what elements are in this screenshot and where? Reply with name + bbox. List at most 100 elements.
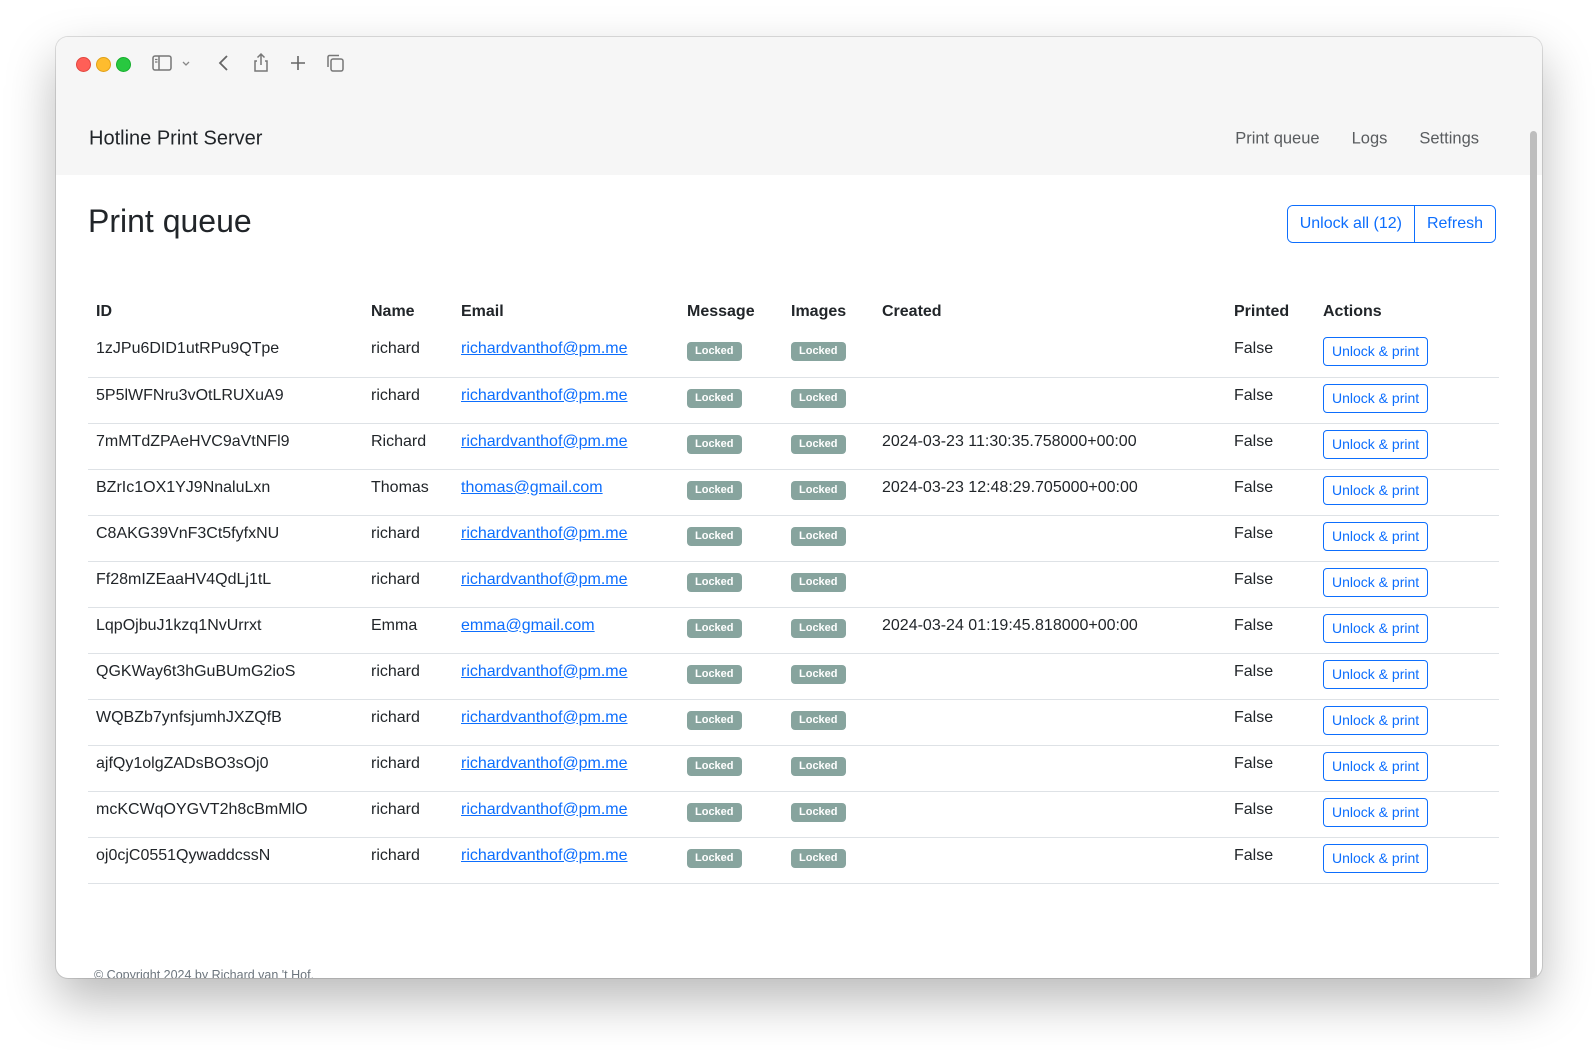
message-locked-badge: Locked xyxy=(687,618,742,638)
cell-created xyxy=(874,561,1226,608)
cell-images: Locked xyxy=(783,515,874,562)
new-tab-icon[interactable] xyxy=(285,50,311,76)
cell-created xyxy=(874,745,1226,792)
images-locked-badge: Locked xyxy=(791,526,846,546)
email-link[interactable]: richardvanthof@pm.me xyxy=(461,755,628,772)
sidebar-icon[interactable] xyxy=(149,50,175,76)
refresh-button[interactable]: Refresh xyxy=(1413,206,1495,242)
cell-id: WQBZb7ynfsjumhJXZQfB xyxy=(88,699,363,746)
cell-message: Locked xyxy=(679,699,783,746)
cell-email: richardvanthof@pm.me xyxy=(453,745,679,792)
navbar-brand[interactable]: Hotline Print Server xyxy=(89,128,262,151)
column-header-email: Email xyxy=(461,303,504,320)
column-header-actions: Actions xyxy=(1323,303,1382,320)
email-link[interactable]: richardvanthof@pm.me xyxy=(461,340,628,357)
cell-email: richardvanthof@pm.me xyxy=(453,699,679,746)
cell-email: emma@gmail.com xyxy=(453,607,679,654)
images-locked-badge: Locked xyxy=(791,664,846,684)
cell-images: Locked xyxy=(783,331,874,378)
cell-id: QGKWay6t3hGuBUmG2ioS xyxy=(88,653,363,700)
table-row: C8AKG39VnF3Ct5fyfxNU richard richardvantho… xyxy=(88,515,1499,562)
column-header-message: Message xyxy=(687,303,755,320)
unlock-and-print-button[interactable]: Unlock & print xyxy=(1323,475,1429,505)
email-link[interactable]: richardvanthof@pm.me xyxy=(461,663,628,680)
unlock-and-print-button[interactable]: Unlock & print xyxy=(1323,797,1429,827)
cell-images: Locked xyxy=(783,607,874,654)
cell-message: Locked xyxy=(679,331,783,378)
cell-id: oj0cjC0551QywaddcssN xyxy=(88,837,363,884)
unlock-and-print-button[interactable]: Unlock & print xyxy=(1323,705,1429,735)
unlock-and-print-button[interactable]: Unlock & print xyxy=(1323,843,1429,873)
email-link[interactable]: thomas@gmail.com xyxy=(461,479,603,496)
unlock-all-button[interactable]: Unlock all (12) xyxy=(1287,206,1414,242)
images-locked-badge: Locked xyxy=(791,434,846,454)
column-header-name: Name xyxy=(371,303,415,320)
email-link[interactable]: richardvanthof@pm.me xyxy=(461,801,628,818)
cell-actions: Unlock & print xyxy=(1315,837,1499,884)
back-icon[interactable] xyxy=(211,50,237,76)
cell-printed: False xyxy=(1226,699,1315,746)
cell-name: richard xyxy=(363,791,453,838)
message-locked-badge: Locked xyxy=(687,480,742,500)
message-locked-badge: Locked xyxy=(687,388,742,408)
email-link[interactable]: richardvanthof@pm.me xyxy=(461,387,628,404)
table-row: 7mMTdZPAeHVC9aVtNFl9 Richard richardvantho… xyxy=(88,423,1499,470)
cell-id: 1zJPu6DID1utRPu9QTpe xyxy=(88,331,363,378)
cell-actions: Unlock & print xyxy=(1315,515,1499,562)
message-locked-badge: Locked xyxy=(687,664,742,684)
message-locked-badge: Locked xyxy=(687,756,742,776)
cell-images: Locked xyxy=(783,699,874,746)
close-window-button[interactable] xyxy=(76,57,91,72)
cell-id: 7mMTdZPAeHVC9aVtNFl9 xyxy=(88,423,363,470)
unlock-and-print-button[interactable]: Unlock & print xyxy=(1323,567,1429,597)
images-locked-badge: Locked xyxy=(791,572,846,592)
email-link[interactable]: richardvanthof@pm.me xyxy=(461,709,628,726)
cell-name: richard xyxy=(363,515,453,562)
email-link[interactable]: emma@gmail.com xyxy=(461,617,595,634)
cell-images: Locked xyxy=(783,791,874,838)
cell-actions: Unlock & print xyxy=(1315,561,1499,608)
images-locked-badge: Locked xyxy=(791,480,846,500)
cell-name: richard xyxy=(363,331,453,378)
images-locked-badge: Locked xyxy=(791,618,846,638)
unlock-and-print-button[interactable]: Unlock & print xyxy=(1323,429,1429,459)
browser-window: Hotline Print Server Print queue Logs Se… xyxy=(56,37,1542,978)
footer-author-link[interactable]: Richard van 't Hof xyxy=(212,968,311,978)
cell-name: Emma xyxy=(363,607,453,654)
unlock-and-print-button[interactable]: Unlock & print xyxy=(1323,337,1429,366)
tabs-overview-icon[interactable] xyxy=(322,50,348,76)
email-link[interactable]: richardvanthof@pm.me xyxy=(461,571,628,588)
page-title: Print queue xyxy=(88,203,252,239)
cell-name: richard xyxy=(363,837,453,884)
message-locked-badge: Locked xyxy=(687,434,742,454)
images-locked-badge: Locked xyxy=(791,342,846,361)
share-icon[interactable] xyxy=(248,50,274,76)
nav-link-settings[interactable]: Settings xyxy=(1419,130,1479,149)
cell-printed: False xyxy=(1226,515,1315,562)
column-header-created: Created xyxy=(882,303,942,320)
cell-name: richard xyxy=(363,699,453,746)
cell-images: Locked xyxy=(783,377,874,424)
cell-message: Locked xyxy=(679,377,783,424)
queue-actions: Unlock all (12) Refresh xyxy=(1286,205,1496,243)
cell-created: 2024-03-23 11:30:35.758000+00:00 xyxy=(874,423,1226,470)
cell-actions: Unlock & print xyxy=(1315,469,1499,516)
email-link[interactable]: richardvanthof@pm.me xyxy=(461,847,628,864)
cell-printed: False xyxy=(1226,653,1315,700)
unlock-and-print-button[interactable]: Unlock & print xyxy=(1323,613,1429,643)
unlock-and-print-button[interactable]: Unlock & print xyxy=(1323,521,1429,551)
cell-images: Locked xyxy=(783,469,874,516)
unlock-and-print-button[interactable]: Unlock & print xyxy=(1323,751,1429,781)
minimize-window-button[interactable] xyxy=(96,57,111,72)
email-link[interactable]: richardvanthof@pm.me xyxy=(461,433,628,450)
unlock-and-print-button[interactable]: Unlock & print xyxy=(1323,659,1429,689)
images-locked-badge: Locked xyxy=(791,756,846,776)
nav-link-print-queue[interactable]: Print queue xyxy=(1235,130,1319,149)
cell-name: richard xyxy=(363,561,453,608)
chevron-down-icon[interactable] xyxy=(178,50,194,76)
message-locked-badge: Locked xyxy=(687,342,742,361)
email-link[interactable]: richardvanthof@pm.me xyxy=(461,525,628,542)
unlock-and-print-button[interactable]: Unlock & print xyxy=(1323,383,1429,413)
nav-link-logs[interactable]: Logs xyxy=(1352,130,1388,149)
zoom-window-button[interactable] xyxy=(116,57,131,72)
